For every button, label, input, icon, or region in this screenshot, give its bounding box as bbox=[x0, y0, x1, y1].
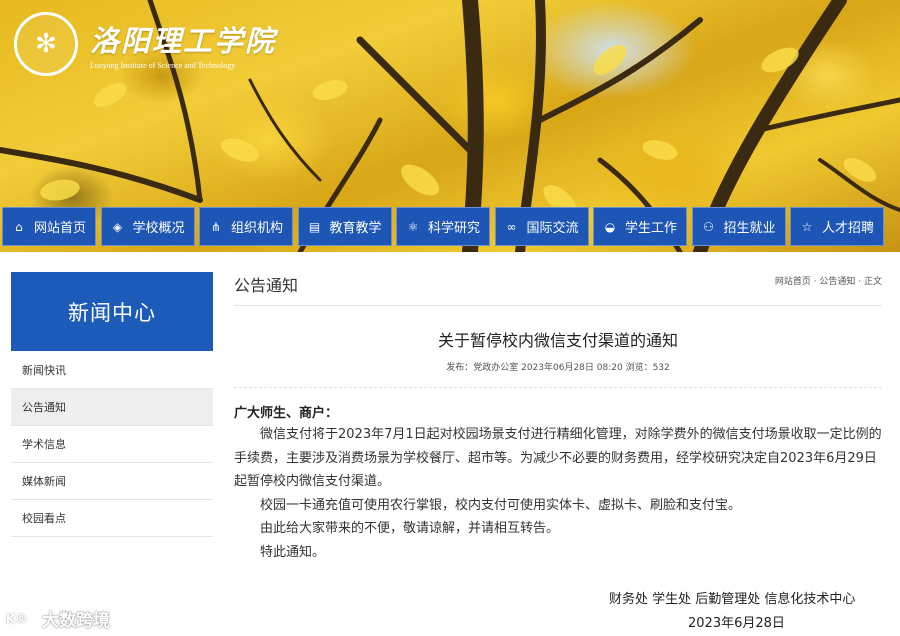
watermark: K© 大数跨境 bbox=[6, 606, 110, 631]
divider bbox=[234, 387, 882, 388]
nav-item-label: 人才招聘 bbox=[821, 221, 874, 236]
article-paragraph: 由此给大家带来的不便，敬请谅解，并请相互转告。 bbox=[260, 521, 560, 536]
main-nav: ⌂ 网站首页 ◈ 学校概况 ⋔ 组织机构 ▤ 教育教学 ⚛ 科学研究 ∞ 国际交流 ◒ 学生工… bbox=[0, 207, 900, 246]
link-icon: ∞ bbox=[506, 219, 517, 234]
home-icon: ⌂ bbox=[15, 219, 23, 234]
nav-item-recruitment[interactable]: ☆ 人才招聘 bbox=[790, 207, 884, 246]
article-paragraph: 微信支付将于2023年7月1日起对校园场景支付进行精细化管理，对除学费外的微信支… bbox=[234, 427, 882, 489]
sidebar-item-campus-highlights[interactable]: 校园看点 bbox=[11, 500, 213, 537]
nav-item-label: 科学研究 bbox=[427, 221, 480, 236]
share-icon: ⋔ bbox=[210, 219, 222, 234]
nav-item-label: 学校概况 bbox=[132, 221, 185, 236]
nav-item-label: 网站首页 bbox=[33, 221, 86, 236]
article-title: 关于暂停校内微信支付渠道的通知 bbox=[437, 331, 678, 350]
watermark-text: 大数跨境 bbox=[42, 611, 110, 631]
nav-item-admissions[interactable]: ⚇ 招生就业 bbox=[691, 207, 786, 246]
book-icon: ▤ bbox=[308, 219, 321, 234]
sidebar: 新闻中心 新闻快讯 公告通知 学术信息 媒体新闻 校园看点 bbox=[11, 272, 213, 537]
nav-item-international[interactable]: ∞ 国际交流 bbox=[494, 207, 589, 246]
nav-item-label: 国际交流 bbox=[526, 221, 579, 236]
nav-item-label: 教育教学 bbox=[329, 221, 382, 236]
nav-item-label: 组织机构 bbox=[230, 221, 283, 236]
school-name-en: Luoyang Institute of Science and Technol… bbox=[90, 61, 236, 70]
graduation-cap-icon: ◒ bbox=[604, 219, 616, 234]
section-title: 公告通知 bbox=[234, 276, 299, 295]
nav-item-organization[interactable]: ⋔ 组织机构 bbox=[199, 207, 293, 246]
star-icon: ☆ bbox=[801, 219, 813, 234]
main-content: 公告通知 网站首页 · 公告通知 · 正文 关于暂停校内微信支付渠道的通知 发布… bbox=[234, 268, 882, 631]
atom-icon: ⚛ bbox=[407, 219, 419, 234]
nav-item-label: 招生就业 bbox=[723, 221, 776, 236]
article-greeting: 广大师生、商户： bbox=[234, 406, 339, 421]
article-signature: 财务处 学生处 后勤管理处 信息化技术中心 bbox=[609, 592, 856, 607]
article-date: 2023年6月28日 bbox=[688, 616, 785, 631]
nav-item-student-affairs[interactable]: ◒ 学生工作 bbox=[593, 207, 687, 246]
school-seal-icon: ✻ bbox=[14, 12, 78, 76]
sidebar-item-announcements[interactable]: 公告通知 bbox=[11, 389, 213, 426]
article-paragraph: 校园一卡通充值可使用农行掌银，校内支付可使用实体卡、虚拟卡、刷脸和支付宝。 bbox=[260, 497, 742, 513]
school-logo[interactable]: ✻ 洛阳理工学院 Luoyang Institute of Science an… bbox=[14, 12, 276, 76]
sidebar-item-news-flash[interactable]: 新闻快讯 bbox=[11, 352, 213, 389]
sidebar-item-media-news[interactable]: 媒体新闻 bbox=[11, 463, 213, 500]
article-paragraph: 特此通知。 bbox=[260, 544, 326, 560]
school-name-cn: 洛阳理工学院 bbox=[90, 24, 277, 58]
sidebar-title: 新闻中心 bbox=[11, 272, 213, 351]
article-meta: 发布：党政办公室 2023年06月28日 08:20 浏览：532 bbox=[446, 363, 670, 373]
nav-item-about[interactable]: ◈ 学校概况 bbox=[100, 207, 195, 246]
sidebar-list: 新闻快讯 公告通知 学术信息 媒体新闻 校园看点 bbox=[11, 352, 213, 537]
breadcrumb[interactable]: 网站首页 · 公告通知 · 正文 bbox=[775, 274, 882, 287]
nav-item-research[interactable]: ⚛ 科学研究 bbox=[396, 207, 490, 246]
main-header: 公告通知 网站首页 · 公告通知 · 正文 bbox=[234, 268, 882, 306]
watermark-logo-icon: K© bbox=[6, 611, 28, 626]
layers-icon: ◈ bbox=[112, 219, 123, 234]
sidebar-item-academic-info[interactable]: 学术信息 bbox=[11, 426, 213, 463]
nav-item-home[interactable]: ⌂ 网站首页 bbox=[2, 207, 96, 246]
nav-item-label: 学生工作 bbox=[624, 221, 677, 236]
nav-item-education[interactable]: ▤ 教育教学 bbox=[297, 207, 392, 246]
users-icon: ⚇ bbox=[703, 219, 714, 234]
